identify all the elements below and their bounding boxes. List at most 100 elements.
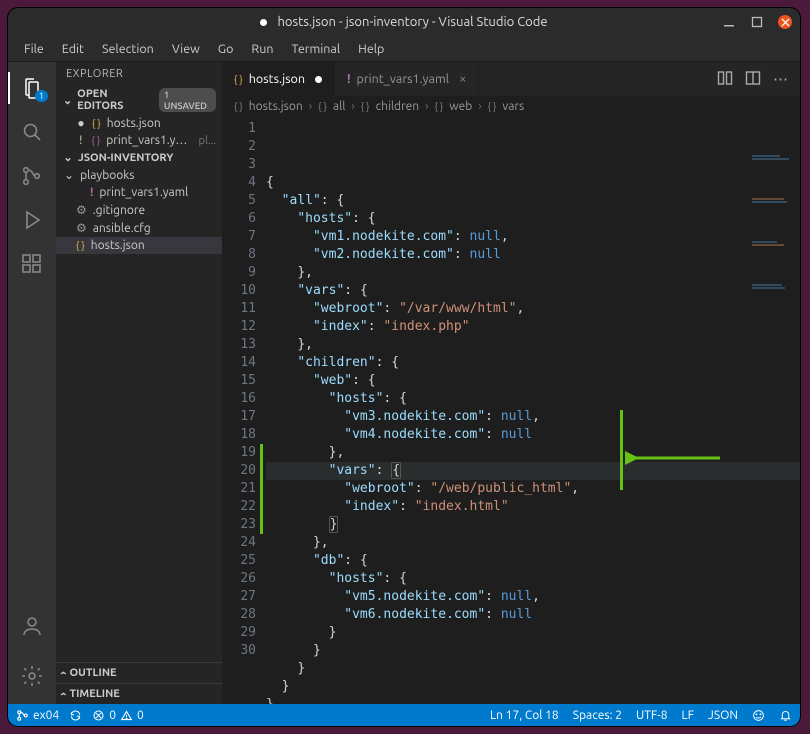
code-line[interactable]: "index": "index.php" bbox=[266, 318, 800, 336]
code-line[interactable]: } bbox=[266, 624, 800, 642]
line-gutter: 1234567891011121314151617181920212223242… bbox=[222, 116, 266, 704]
status-lncol[interactable]: Ln 17, Col 18 bbox=[490, 709, 559, 722]
breadcrumb-segment[interactable]: children bbox=[376, 100, 420, 113]
code-line[interactable]: "webroot": "/var/www/html", bbox=[266, 300, 800, 318]
breadcrumb-sep-icon: › bbox=[425, 100, 428, 113]
breadcrumb-icon: { } bbox=[318, 101, 327, 112]
code-area[interactable]: 1234567891011121314151617181920212223242… bbox=[222, 116, 800, 704]
compare-icon[interactable] bbox=[717, 70, 733, 89]
code-line[interactable]: "vm1.nodekite.com": null, bbox=[266, 228, 800, 246]
file-label: print_vars1.yaml bbox=[106, 134, 190, 147]
activity-search-icon[interactable] bbox=[8, 112, 56, 152]
code-line[interactable]: "hosts": { bbox=[266, 210, 800, 228]
window-title: hosts.json - json-inventory - Visual Stu… bbox=[277, 15, 547, 29]
status-feedback-icon[interactable] bbox=[752, 709, 765, 722]
menu-terminal[interactable]: Terminal bbox=[283, 39, 348, 59]
status-spaces[interactable]: Spaces: 2 bbox=[573, 709, 622, 722]
breadcrumb[interactable]: { }hosts.json›{ }all›{ }children›{ }web›… bbox=[222, 96, 800, 116]
menubar: FileEditSelectionViewGoRunTerminalHelp bbox=[8, 36, 800, 62]
breadcrumb-sep-icon: › bbox=[478, 100, 481, 113]
split-editor-icon[interactable] bbox=[745, 70, 761, 89]
code-line[interactable]: "vm3.nodekite.com": null, bbox=[266, 408, 800, 426]
activity-scm-icon[interactable] bbox=[8, 156, 56, 196]
tree-item[interactable]: ⌄ playbooks bbox=[56, 166, 222, 184]
code-line[interactable]: "all": { bbox=[266, 192, 800, 210]
config-file-icon: ⚙ bbox=[76, 203, 87, 217]
status-sync[interactable] bbox=[69, 709, 82, 722]
tree-item[interactable]: { }hosts.json bbox=[56, 237, 222, 254]
code-line[interactable]: "vm2.nodekite.com": null bbox=[266, 246, 800, 264]
dirty-dot-icon: ● bbox=[76, 116, 86, 130]
code-line[interactable]: "index": "index.html" bbox=[266, 498, 800, 516]
close-tab-icon[interactable]: × bbox=[459, 72, 466, 86]
file-label: hosts.json bbox=[91, 239, 145, 252]
code-line[interactable]: } bbox=[266, 642, 800, 660]
timeline-section[interactable]: › TIMELINE bbox=[56, 683, 222, 704]
menu-edit[interactable]: Edit bbox=[54, 39, 92, 59]
code-line[interactable]: } bbox=[266, 678, 800, 696]
breadcrumb-segment[interactable]: all bbox=[333, 100, 345, 113]
status-branch[interactable]: ex04 bbox=[16, 709, 59, 722]
activity-account-icon[interactable] bbox=[8, 606, 56, 646]
menu-go[interactable]: Go bbox=[210, 39, 242, 59]
activity-extensions-icon[interactable] bbox=[8, 244, 56, 284]
code-line[interactable]: }, bbox=[266, 336, 800, 354]
editor: { }hosts.json!print_vars1.yaml× ⋯ { }hos… bbox=[222, 62, 800, 704]
status-encoding[interactable]: UTF-8 bbox=[636, 709, 667, 722]
open-editors-header[interactable]: ⌄ OPEN EDITORS 1 UNSAVED bbox=[56, 86, 222, 114]
tab-label: print_vars1.yaml bbox=[357, 72, 450, 86]
menu-help[interactable]: Help bbox=[350, 39, 392, 59]
code-line[interactable]: { bbox=[266, 174, 800, 192]
file-label: ansible.cfg bbox=[93, 222, 151, 235]
menu-selection[interactable]: Selection bbox=[94, 39, 162, 59]
status-bell-icon[interactable] bbox=[779, 709, 792, 722]
status-problems[interactable]: 0 0 bbox=[92, 709, 144, 722]
editor-tab[interactable]: ! print_vars1.yaml × bbox=[335, 62, 479, 96]
tree-item[interactable]: ⚙ ansible.cfg bbox=[56, 219, 222, 237]
maximize-button[interactable] bbox=[750, 15, 764, 29]
menu-view[interactable]: View bbox=[164, 39, 208, 59]
breadcrumb-segment[interactable]: web bbox=[449, 100, 472, 113]
activity-settings-icon[interactable] bbox=[8, 656, 56, 696]
close-button[interactable] bbox=[778, 15, 792, 29]
tree-item[interactable]: ⚙.gitignore bbox=[56, 201, 222, 219]
status-eol[interactable]: LF bbox=[682, 709, 694, 722]
code-line[interactable]: "hosts": { bbox=[266, 390, 800, 408]
config-file-icon: ⚙ bbox=[76, 221, 87, 235]
activity-debug-icon[interactable] bbox=[8, 200, 56, 240]
code-line[interactable]: "webroot": "/web/public_html", bbox=[266, 480, 800, 498]
menu-run[interactable]: Run bbox=[243, 39, 281, 59]
activity-explorer-icon[interactable] bbox=[8, 68, 56, 108]
code-line[interactable]: "vars": { bbox=[266, 282, 800, 300]
outline-section[interactable]: › OUTLINE bbox=[56, 662, 222, 683]
code-line[interactable]: } bbox=[266, 516, 800, 534]
code-line[interactable]: } bbox=[266, 696, 800, 704]
code-line[interactable]: "web": { bbox=[266, 372, 800, 390]
yaml-file-icon: ! bbox=[347, 72, 351, 86]
code-line[interactable]: }, bbox=[266, 264, 800, 282]
code-line[interactable]: "vm5.nodekite.com": null, bbox=[266, 588, 800, 606]
code-line[interactable]: "vm6.nodekite.com": null bbox=[266, 606, 800, 624]
chevron-down-icon: ⌄ bbox=[64, 168, 74, 182]
tree-item[interactable]: !print_vars1.yaml bbox=[56, 184, 222, 201]
breadcrumb-segment[interactable]: hosts.json bbox=[249, 100, 303, 113]
code-line[interactable]: "children": { bbox=[266, 354, 800, 372]
annotation-bracket bbox=[620, 410, 623, 490]
statusbar: ex04 0 0 Ln 17, Col 18 Spaces: 2 UTF-8 L… bbox=[8, 704, 800, 726]
menu-file[interactable]: File bbox=[16, 39, 52, 59]
code-line[interactable]: } bbox=[266, 660, 800, 678]
code-content[interactable]: { "all": { "hosts": { "vm1.nodekite.com"… bbox=[266, 116, 800, 704]
open-editor-item[interactable]: ●{ }hosts.json bbox=[56, 114, 222, 132]
open-editor-item[interactable]: !{ }print_vars1.yamlpl... bbox=[56, 132, 222, 149]
more-icon[interactable]: ⋯ bbox=[773, 70, 788, 88]
code-line[interactable]: "db": { bbox=[266, 552, 800, 570]
code-line[interactable]: "vm4.nodekite.com": null bbox=[266, 426, 800, 444]
project-header[interactable]: ⌄ JSON-INVENTORY bbox=[56, 149, 222, 166]
breadcrumb-segment[interactable]: vars bbox=[502, 100, 524, 113]
code-line[interactable]: }, bbox=[266, 534, 800, 552]
status-language[interactable]: JSON bbox=[708, 709, 738, 722]
file-label: playbooks bbox=[80, 169, 134, 182]
code-line[interactable]: "hosts": { bbox=[266, 570, 800, 588]
minimize-button[interactable] bbox=[722, 15, 736, 29]
editor-tab[interactable]: { }hosts.json bbox=[222, 62, 335, 96]
